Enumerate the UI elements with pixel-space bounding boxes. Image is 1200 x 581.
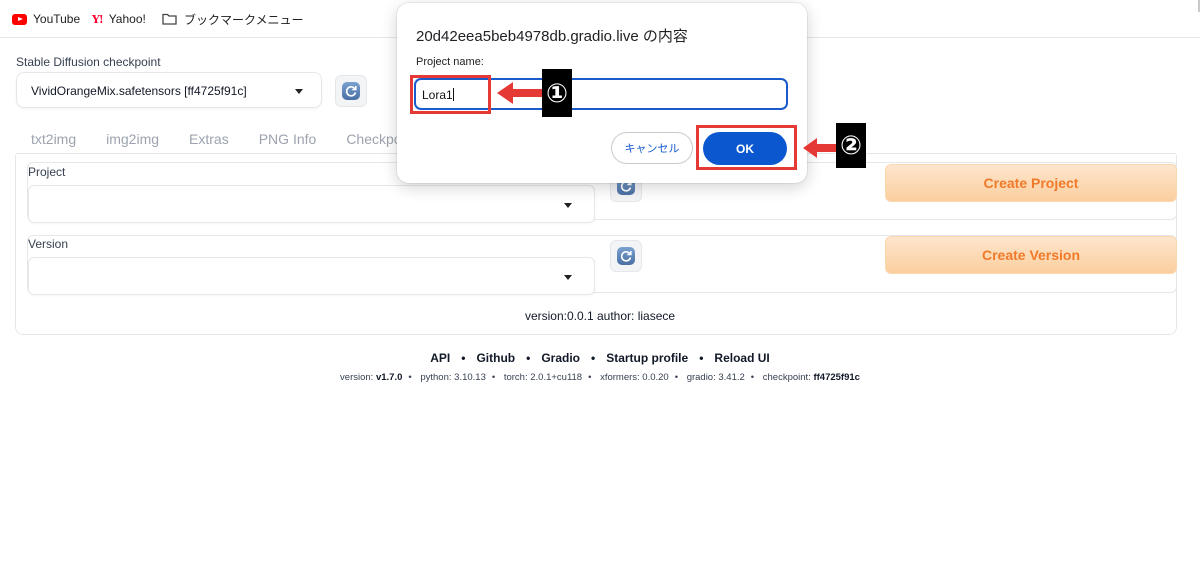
version-label: Version <box>28 237 69 251</box>
separator: • <box>699 351 704 365</box>
bookmark-label: YouTube <box>33 12 81 26</box>
info-key: checkpoint: <box>762 372 814 383</box>
tab-extras[interactable]: Extras <box>174 126 244 154</box>
bookmark-youtube[interactable]: YouTube <box>12 11 80 27</box>
chevron-down-icon <box>564 203 572 208</box>
chevron-down-icon <box>564 275 572 280</box>
project-label: Project <box>28 165 66 179</box>
info-value: v1.7.0 <box>375 372 403 383</box>
create-project-button[interactable]: Create Project <box>885 164 1177 202</box>
checkpoint-value: VividOrangeMix.safetensors [ff4725f91c] <box>31 84 247 98</box>
extension-version-info: version:0.0.1 author: liasece <box>524 309 676 323</box>
refresh-icon <box>342 82 360 100</box>
separator: • <box>526 351 531 365</box>
dialog-label: Project name: <box>416 56 484 68</box>
dialog-title: 20d42eea5beb4978db.gradio.live の内容 <box>416 28 688 45</box>
arrow-left-icon <box>497 82 543 104</box>
footer-version-info: version: v1.7.0 • python: 3.10.13 • torch:… <box>340 372 860 383</box>
checkpoint-dropdown[interactable]: VividOrangeMix.safetensors [ff4725f91c] <box>16 72 322 108</box>
info-value: 3.41.2 <box>718 372 745 383</box>
arrow-left-icon <box>803 138 837 158</box>
refresh-checkpoint-button[interactable] <box>335 75 367 107</box>
yahoo-icon: Y! <box>92 12 104 26</box>
bookmark-yahoo[interactable]: Y! Yahoo! <box>92 11 146 27</box>
checkpoint-label: Stable Diffusion checkpoint <box>16 55 161 69</box>
step-badge-2: ② <box>836 123 866 168</box>
youtube-icon <box>12 13 27 25</box>
info-value: 3.10.13 <box>454 372 486 383</box>
info-key: xformers: <box>600 372 643 383</box>
cancel-button[interactable]: キャンセル <box>611 132 693 164</box>
highlight-box-input <box>410 75 491 114</box>
step-badge-1: ① <box>542 69 572 117</box>
info-key: version: <box>340 372 376 383</box>
tab-png-info[interactable]: PNG Info <box>244 126 332 154</box>
chevron-down-icon <box>295 89 303 94</box>
bookmark-label: Yahoo! <box>108 12 146 26</box>
info-key: gradio: <box>686 372 719 383</box>
footer-link-startup-profile[interactable]: Startup profile <box>606 351 688 365</box>
folder-icon <box>162 13 177 25</box>
bookmark-label: ブックマークメニュー <box>184 12 304 27</box>
version-dropdown[interactable] <box>28 257 595 295</box>
footer-link-github[interactable]: Github <box>476 351 515 365</box>
highlight-box-ok <box>696 125 797 170</box>
info-value: 0.0.20 <box>642 372 669 383</box>
footer-links: API • Github • Gradio • Startup profile … <box>0 351 1200 365</box>
version-field: Version <box>28 237 595 301</box>
bookmark-menu[interactable]: ブックマークメニュー <box>162 11 304 27</box>
footer-link-gradio[interactable]: Gradio <box>541 351 580 365</box>
tab-bar: txt2img img2img Extras PNG Info Checkpo <box>16 126 417 154</box>
separator: • <box>590 351 596 365</box>
footer-link-reload-ui[interactable]: Reload UI <box>714 351 769 365</box>
project-dropdown[interactable] <box>28 185 595 223</box>
tab-img2img[interactable]: img2img <box>91 126 174 154</box>
create-version-button[interactable]: Create Version <box>885 236 1177 274</box>
info-key: python: <box>420 372 455 383</box>
tab-txt2img[interactable]: txt2img <box>16 126 91 154</box>
info-value: 2.0.1+cu118 <box>530 372 583 383</box>
footer-link-api[interactable]: API <box>430 351 450 365</box>
separator: • <box>461 351 466 365</box>
refresh-version-button[interactable] <box>610 240 642 272</box>
info-key: torch: <box>503 372 531 383</box>
refresh-icon <box>617 247 635 265</box>
info-value: ff4725f91c <box>813 372 860 383</box>
